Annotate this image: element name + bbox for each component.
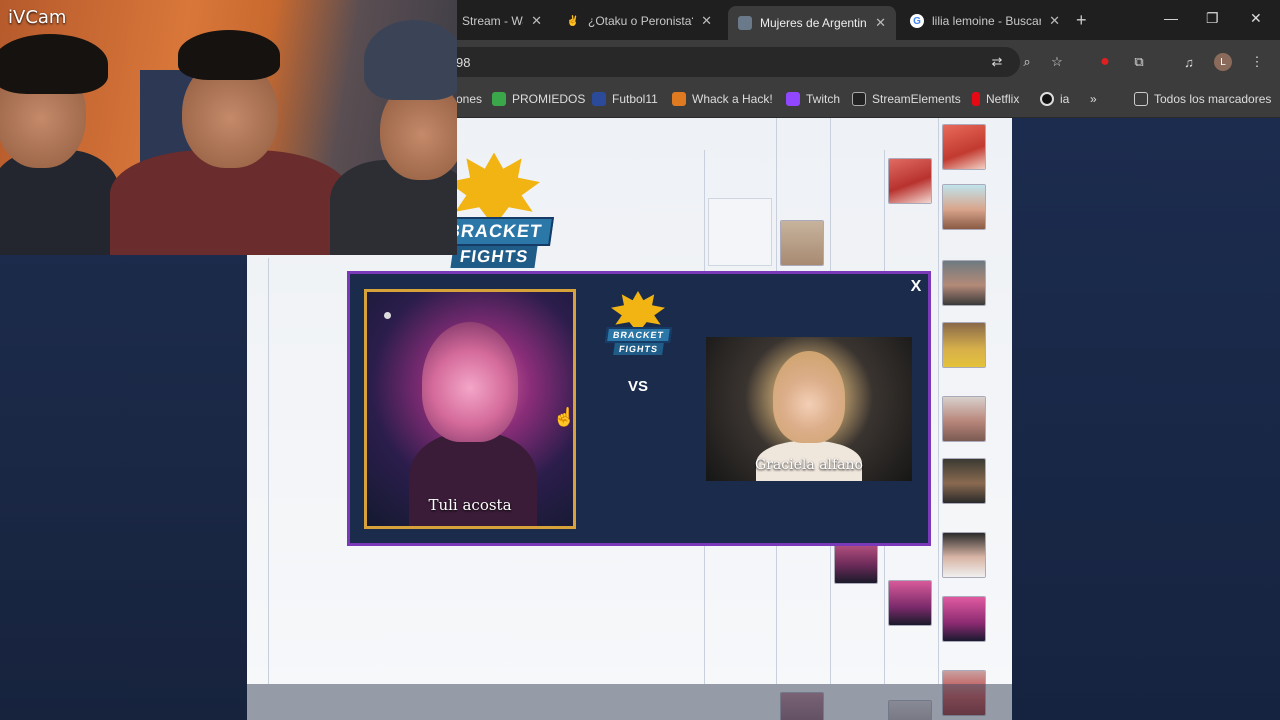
whack-icon [672, 92, 686, 106]
bottom-overlay [247, 684, 1012, 720]
bookmark-item[interactable]: ones [456, 92, 482, 106]
tab-stream[interactable]: Stream - Wa ✕ [452, 6, 552, 36]
bookmark-label: Netflix [986, 92, 1020, 106]
futbol11-icon [592, 92, 606, 106]
close-icon[interactable]: ✕ [531, 13, 542, 29]
twitch-icon [786, 92, 800, 106]
bookmark-star-icon[interactable]: ☆ [1048, 53, 1066, 71]
webcam-person [0, 34, 108, 94]
bookmark-label: ones [456, 92, 483, 106]
logo-text-line2: FIGHTS [612, 343, 664, 355]
bookmark-streamelements[interactable]: StreamElements [852, 92, 961, 106]
url-text[interactable]: 98 [456, 55, 470, 70]
victory-hand-icon: ✌ [566, 15, 580, 27]
extension-red-icon[interactable]: ● [1096, 53, 1114, 71]
folder-icon [1134, 92, 1148, 106]
bracket-slot-empty[interactable] [708, 198, 772, 266]
ia-icon [1040, 92, 1054, 106]
page-background-right [1012, 118, 1280, 720]
photo-indicator-dot [384, 312, 391, 319]
bookmark-label: Todos los marcadores [1154, 92, 1272, 106]
close-icon[interactable]: ✕ [875, 15, 886, 31]
bracket-contestant-thumb[interactable] [888, 158, 932, 204]
tab-mujeres-argentina[interactable]: Mujeres de Argentina ✕ [728, 6, 896, 40]
bracket-line [938, 118, 939, 684]
close-icon[interactable]: ✕ [1049, 13, 1060, 29]
bookmark-label: Twitch [806, 92, 841, 106]
bookmark-futbol11[interactable]: Futbol11 [592, 92, 658, 106]
translate-icon[interactable]: ⇄ [988, 53, 1006, 71]
netflix-icon [972, 92, 980, 106]
bracket-fights-logo-small: BRACKET FIGHTS [598, 290, 678, 356]
bracket-contestant-thumb[interactable] [888, 580, 932, 626]
bracket-contestant-thumb[interactable] [942, 124, 986, 170]
google-icon: G [910, 14, 924, 28]
tab-title: Stream - Wa [462, 14, 524, 28]
new-tab-button[interactable]: + [1076, 10, 1087, 31]
bookmark-ia[interactable]: ia [1040, 92, 1069, 106]
bracket-contestant-thumb[interactable] [780, 220, 824, 266]
webcam-overlay: iVCam [0, 0, 457, 255]
bookmark-promiedos[interactable]: PROMIEDOS [492, 92, 585, 106]
streamelements-icon [852, 92, 866, 106]
contestant-name: Tuli acosta [428, 496, 512, 514]
contestant-photo-face [422, 322, 518, 442]
contestant-photo-face [773, 351, 845, 443]
logo-text-line1: BRACKET [604, 327, 672, 343]
contestant-name: Graciela alfano [755, 457, 863, 473]
tab-title: lilia lemoine - Buscar [932, 14, 1042, 28]
menu-icon[interactable]: ⋮ [1248, 53, 1266, 71]
bracket-contestant-thumb[interactable] [942, 322, 986, 368]
webcam-app-label: iVCam [8, 7, 67, 28]
bookmark-label: PROMIEDOS [512, 92, 586, 106]
bookmark-label: ia [1060, 92, 1070, 106]
zoom-icon[interactable]: ⌕ [1018, 53, 1036, 71]
tab-title: Mujeres de Argentina [760, 16, 868, 30]
webcam-person-cap [364, 20, 457, 100]
webcam-person [0, 150, 120, 255]
bookmark-label: Whack a Hack! [692, 92, 773, 106]
bracket-contestant-thumb[interactable] [942, 260, 986, 306]
bracket-favicon-icon [738, 16, 752, 30]
webcam-person [178, 30, 280, 80]
bracket-line [268, 258, 269, 684]
bookmark-twitch[interactable]: Twitch [786, 92, 840, 106]
tab-lilia-lemoine[interactable]: G lilia lemoine - Buscar ✕ [900, 6, 1070, 36]
vs-label: VS [628, 378, 649, 395]
bracket-contestant-thumb[interactable] [942, 184, 986, 230]
bookmark-label: Futbol11 [612, 92, 658, 106]
profile-avatar[interactable]: L [1214, 53, 1232, 71]
logo-text-line2: FIGHTS [450, 245, 538, 268]
contestant-card-left[interactable]: Tuli acosta [364, 289, 576, 529]
bracket-contestant-thumb[interactable] [942, 396, 986, 442]
contestant-photo [409, 432, 537, 526]
modal-close-button[interactable]: X [907, 278, 925, 296]
tab-title: ¿Otaku o Peronista? [588, 14, 694, 28]
all-bookmarks-folder[interactable]: Todos los marcadores [1134, 92, 1271, 106]
tab-otaku-peronista[interactable]: ✌ ¿Otaku o Peronista? ✕ [556, 6, 722, 36]
extensions-icon[interactable]: ⧉ [1130, 53, 1148, 71]
contestant-card-right[interactable]: Graciela alfano [706, 337, 912, 481]
bookmark-netflix[interactable]: Netflix [972, 92, 1019, 106]
restore-button[interactable]: ❐ [1206, 10, 1219, 27]
bracket-contestant-thumb[interactable] [942, 458, 986, 504]
bookmarks-overflow-button[interactable]: » [1090, 92, 1097, 106]
bracket-contestant-thumb[interactable] [942, 532, 986, 578]
window-close-button[interactable]: ✕ [1250, 10, 1262, 27]
close-icon[interactable]: ✕ [701, 13, 712, 29]
logo-burst-icon [448, 152, 540, 227]
minimize-button[interactable]: — [1164, 10, 1178, 26]
media-control-icon[interactable]: ♫ [1180, 53, 1198, 71]
bookmark-label: StreamElements [872, 92, 961, 106]
bookmark-whack-a-hack[interactable]: Whack a Hack! [672, 92, 773, 106]
hand-cursor-icon: ☝ [553, 407, 576, 427]
url-input[interactable] [440, 47, 1020, 77]
promiedos-icon [492, 92, 506, 106]
bracket-contestant-thumb[interactable] [942, 596, 986, 642]
